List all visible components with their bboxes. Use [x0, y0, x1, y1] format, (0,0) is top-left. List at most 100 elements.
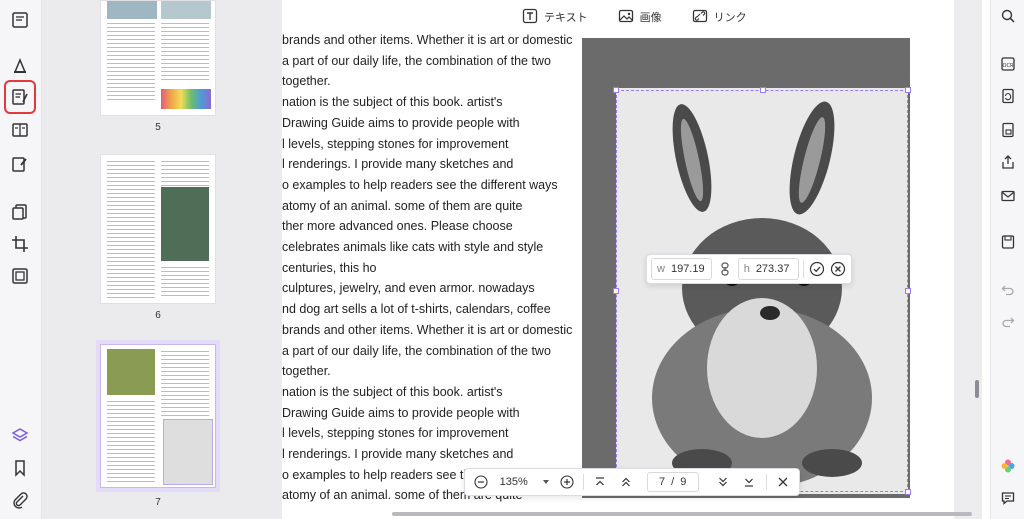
undo-button[interactable] — [998, 280, 1018, 300]
text-line: culptures, jewelry, and even armor. nowa… — [282, 281, 535, 296]
crop-icon[interactable] — [8, 232, 32, 256]
resize-handle[interactable] — [613, 87, 619, 93]
fill-sign-icon[interactable] — [8, 152, 32, 176]
share-button[interactable] — [998, 152, 1018, 172]
reader-mode-icon[interactable] — [8, 8, 32, 32]
zoom-dropdown-button[interactable] — [536, 471, 556, 493]
total-pages: 9 — [680, 476, 687, 488]
chevron-double-up-icon — [622, 477, 631, 487]
ocr-icon: OCR — [1001, 57, 1015, 71]
svg-text:OCR: OCR — [1003, 63, 1014, 69]
ocr-tool-icon[interactable] — [8, 264, 32, 288]
text-line: together. — [282, 74, 331, 89]
convert-button[interactable] — [998, 86, 1018, 106]
page-thumbnail-panel: 5 6 7 — [42, 0, 282, 519]
page-thumbnail-selected[interactable] — [100, 344, 216, 488]
resize-handle[interactable] — [905, 87, 911, 93]
text-line: Drawing Guide aims to provide people wit… — [282, 115, 520, 130]
previous-page-button[interactable] — [616, 471, 636, 493]
resize-handle[interactable] — [613, 288, 619, 294]
redo-button[interactable] — [998, 312, 1018, 332]
add-text-button[interactable]: テキスト — [522, 8, 588, 27]
text-line: celebrates animals like cats with style … — [282, 240, 544, 255]
comments-panel-button[interactable] — [998, 488, 1018, 508]
text-line: brands and other items. Whether it is ar… — [282, 33, 573, 47]
link-tool-icon — [692, 8, 708, 27]
organize-pages-icon[interactable] — [8, 200, 32, 224]
text-line: l levels, stepping stones for improvemen… — [282, 426, 509, 441]
add-image-button[interactable]: 画像 — [618, 8, 662, 27]
next-page-button[interactable] — [713, 471, 733, 493]
width-value: 197.19 — [670, 263, 705, 275]
cancel-size-button[interactable] — [829, 260, 847, 278]
left-tool-rail — [0, 0, 42, 519]
last-page-icon — [745, 478, 754, 487]
confirm-size-button[interactable] — [808, 260, 826, 278]
page-thumbnail[interactable] — [100, 154, 216, 304]
text-line: brands and other items. Whether it is ar… — [282, 322, 573, 337]
ocr-button[interactable]: OCR — [998, 54, 1018, 74]
form-tool-icon[interactable] — [8, 118, 32, 142]
zoom-in-button[interactable] — [556, 471, 576, 493]
bookmark-icon[interactable] — [8, 456, 32, 480]
text-line: together. — [282, 364, 331, 379]
vertical-scrollbar[interactable] — [975, 380, 979, 398]
text-line: nation is the subject of this book. arti… — [282, 95, 503, 110]
page-number-input[interactable]: 7 / 9 — [646, 472, 699, 492]
undo-icon — [1001, 285, 1014, 296]
height-value: 273.37 — [755, 263, 790, 275]
layers-icon[interactable] — [8, 424, 32, 448]
close-nav-button[interactable] — [773, 471, 793, 493]
last-page-button[interactable] — [739, 471, 759, 493]
save-icon — [1001, 235, 1015, 249]
text-line: nd dog art sells a lot of t-shirts, cale… — [282, 302, 551, 317]
check-circle-icon — [809, 261, 824, 277]
text-line: l renderings. I provide many sketches an… — [282, 447, 514, 462]
document-text-block[interactable]: brands and other items. Whether it is ar… — [282, 30, 572, 506]
ai-assistant-button[interactable] — [998, 456, 1018, 476]
attachment-icon[interactable] — [8, 488, 32, 512]
add-link-label: リンク — [713, 12, 747, 24]
resize-handle[interactable] — [905, 489, 911, 495]
thumbnail-page-number: 7 — [155, 497, 161, 508]
image-tool-icon — [618, 8, 634, 27]
horizontal-scrollbar[interactable] — [392, 512, 972, 516]
search-icon — [1001, 9, 1015, 23]
thumbnail-image — [107, 349, 155, 395]
email-button[interactable] — [998, 186, 1018, 206]
lock-ratio-icon[interactable] — [716, 260, 734, 278]
right-tool-rail: OCR — [990, 0, 1024, 519]
search-button[interactable] — [998, 6, 1018, 26]
text-tool-icon — [522, 8, 538, 27]
redo-icon — [1002, 317, 1015, 328]
text-line: nation is the subject of this book. arti… — [282, 384, 503, 399]
text-line: l renderings. I provide many sketches an… — [282, 157, 514, 172]
edit-toolbar: テキスト 画像 リンク — [522, 6, 747, 28]
edit-pdf-icon[interactable] — [4, 80, 36, 114]
divider — [765, 474, 767, 490]
save-button[interactable] — [998, 232, 1018, 252]
height-input[interactable]: h 273.37 — [737, 258, 799, 280]
width-label: w — [657, 263, 665, 275]
page-separator: / — [671, 476, 675, 488]
resize-handle[interactable] — [905, 288, 911, 294]
text-line: ther more advanced ones. Please choose — [282, 219, 513, 234]
text-line: atomy of an animal. some of them are qui… — [282, 198, 523, 213]
width-input[interactable]: w 197.19 — [651, 258, 713, 280]
thumbnail-image — [161, 1, 211, 19]
first-page-icon — [595, 477, 604, 486]
image-selection-box[interactable] — [613, 87, 911, 495]
zoom-out-button[interactable] — [471, 471, 491, 493]
thumbnail-image — [161, 187, 209, 261]
lock-file-icon — [1002, 122, 1014, 138]
protect-button[interactable] — [998, 120, 1018, 140]
first-page-button[interactable] — [590, 471, 610, 493]
zoom-level[interactable]: 135% — [491, 476, 536, 488]
document-viewport[interactable]: テキスト 画像 リンク brands and other items. Whet… — [282, 0, 982, 519]
resize-handle[interactable] — [760, 87, 766, 93]
comment-tool-icon[interactable] — [8, 54, 32, 78]
thumbnail-image — [163, 419, 213, 485]
page-thumbnail[interactable] — [100, 0, 216, 116]
comment-icon — [1001, 492, 1015, 505]
add-link-button[interactable]: リンク — [692, 8, 747, 27]
